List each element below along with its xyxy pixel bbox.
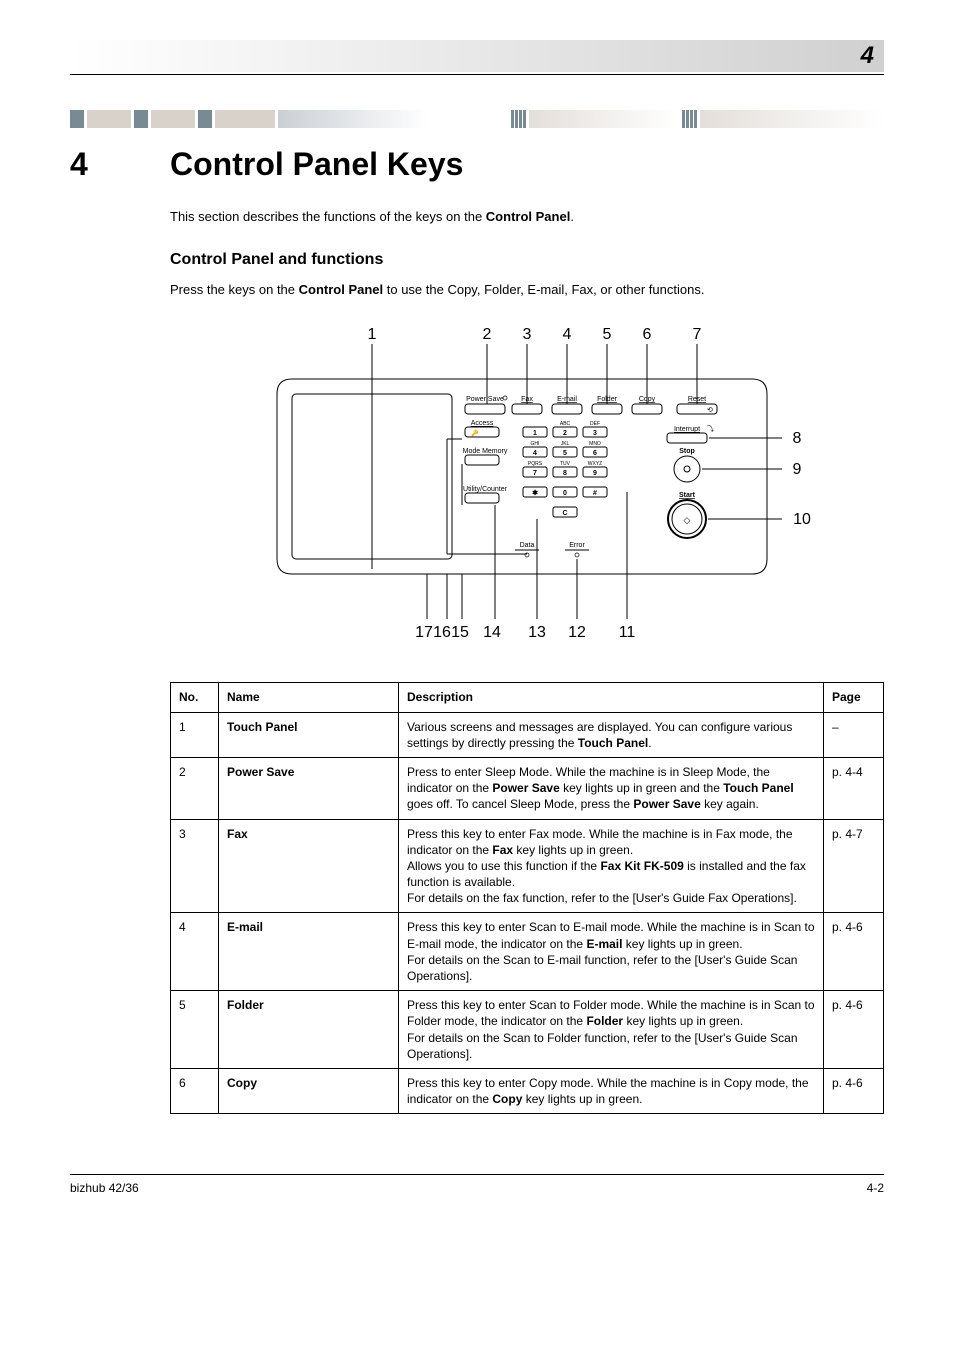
callout-10: 10 <box>793 511 811 528</box>
callout-13: 13 <box>528 624 546 641</box>
svg-text:6: 6 <box>593 450 597 457</box>
footer-product: bizhub 42/36 <box>70 1181 139 1195</box>
svg-text:WXYZ: WXYZ <box>588 461 602 467</box>
svg-text:0: 0 <box>563 490 567 497</box>
table-row: 6 Copy Press this key to enter Copy mode… <box>171 1068 884 1113</box>
svg-text:5: 5 <box>563 450 567 457</box>
keypad: ABC DEF 1 2 3 GHI JKL MNO 4 5 6 PQRS TUV… <box>523 421 607 517</box>
fax-key: Fax <box>512 396 542 414</box>
svg-text:Fax: Fax <box>521 396 533 403</box>
mode-memory-key: Mode Memory <box>463 448 508 465</box>
header-chapter-number: 4 <box>70 40 884 72</box>
svg-text:Data: Data <box>520 542 535 549</box>
page-header: 4 <box>70 40 884 75</box>
callout-7: 7 <box>693 326 702 343</box>
svg-text:Copy: Copy <box>639 396 656 403</box>
section-description: Press the keys on the Control Panel to u… <box>170 281 884 299</box>
callout-1: 1 <box>368 326 377 343</box>
callout-3: 3 <box>523 326 532 343</box>
svg-text:TUV: TUV <box>560 461 571 467</box>
footer-page: 4-2 <box>867 1181 884 1195</box>
error-indicator: Error <box>565 542 589 557</box>
table-row: 4 E-mail Press this key to enter Scan to… <box>171 913 884 991</box>
callout-8: 8 <box>793 430 802 447</box>
svg-text:7: 7 <box>533 470 537 477</box>
reset-key: Reset ⟲ <box>677 396 717 414</box>
th-desc: Description <box>399 683 824 712</box>
table-row: 2 Power Save Press to enter Sleep Mode. … <box>171 757 884 819</box>
svg-text:Folder: Folder <box>597 396 618 403</box>
callout-17: 17 <box>415 624 433 641</box>
svg-text:Interrupt: Interrupt <box>674 426 700 433</box>
callout-14: 14 <box>483 624 501 641</box>
email-key: E-mail <box>552 396 582 414</box>
svg-text:✱: ✱ <box>532 489 538 497</box>
th-name: Name <box>219 683 399 712</box>
copy-key: Copy <box>632 396 662 414</box>
callout-5: 5 <box>603 326 612 343</box>
svg-text:Power Save: Power Save <box>466 396 504 403</box>
utility-counter-key: Utility/Counter <box>463 486 508 503</box>
svg-text:ABC: ABC <box>560 421 571 427</box>
callout-12: 12 <box>568 624 586 641</box>
svg-text:#: # <box>593 490 597 497</box>
power-save-key: Power Save <box>465 396 507 414</box>
interrupt-key: Interrupt ⤵ <box>667 425 714 443</box>
page-footer: bizhub 42/36 4-2 <box>70 1174 884 1195</box>
svg-text:MNO: MNO <box>589 441 601 447</box>
svg-text:Mode Memory: Mode Memory <box>463 448 508 455</box>
callout-4: 4 <box>563 326 572 343</box>
table-row: 1 Touch Panel Various screens and messag… <box>171 712 884 757</box>
callout-11: 11 <box>619 624 636 641</box>
svg-text:Access: Access <box>471 420 494 427</box>
svg-text:🔑: 🔑 <box>471 429 479 437</box>
svg-text:PQRS: PQRS <box>528 461 543 467</box>
svg-text:9: 9 <box>593 470 597 477</box>
callout-16: 16 <box>433 624 451 641</box>
svg-text:C: C <box>562 510 567 517</box>
svg-text:Utility/Counter: Utility/Counter <box>463 486 508 493</box>
svg-text:JKL: JKL <box>561 441 570 447</box>
svg-text:2: 2 <box>563 430 567 437</box>
svg-text:4: 4 <box>533 450 537 457</box>
svg-text:1: 1 <box>533 430 537 437</box>
header-rule <box>70 74 884 75</box>
chapter-heading: Control Panel Keys <box>170 146 463 183</box>
start-key: Start ◇ <box>668 492 706 538</box>
stop-key: Stop <box>674 448 700 482</box>
callout-9: 9 <box>793 461 802 478</box>
svg-text:E-mail: E-mail <box>557 396 577 403</box>
svg-text:3: 3 <box>593 430 597 437</box>
svg-text:Error: Error <box>569 542 585 549</box>
chapter-title: 4 Control Panel Keys <box>70 146 884 183</box>
th-page: Page <box>824 683 884 712</box>
data-indicator: Data <box>515 542 539 557</box>
svg-text:GHI: GHI <box>531 441 540 447</box>
section-heading: Control Panel and functions <box>170 251 884 269</box>
svg-text:⟲: ⟲ <box>707 407 713 414</box>
svg-text:Stop: Stop <box>679 448 695 455</box>
decorative-bar <box>70 110 884 128</box>
access-key: Access 🔑 <box>465 420 499 437</box>
chapter-number: 4 <box>70 146 170 183</box>
th-no: No. <box>171 683 219 712</box>
svg-text:⤵: ⤵ <box>707 425 714 433</box>
callout-2: 2 <box>483 326 492 343</box>
callout-15: 15 <box>451 624 469 641</box>
svg-text:DEF: DEF <box>590 421 600 427</box>
svg-text:Start: Start <box>679 492 696 499</box>
keys-table: No. Name Description Page 1 Touch Panel … <box>170 682 884 1114</box>
folder-key: Folder <box>592 396 622 414</box>
table-row: 3 Fax Press this key to enter Fax mode. … <box>171 819 884 913</box>
callout-6: 6 <box>643 326 652 343</box>
svg-text:8: 8 <box>563 470 567 477</box>
intro-text: This section describes the functions of … <box>170 208 884 226</box>
control-panel-diagram: 1 2 3 4 5 6 7 Power Save <box>170 319 884 652</box>
table-row: 5 Folder Press this key to enter Scan to… <box>171 991 884 1069</box>
svg-text:Reset: Reset <box>688 396 706 403</box>
svg-text:◇: ◇ <box>684 515 691 525</box>
